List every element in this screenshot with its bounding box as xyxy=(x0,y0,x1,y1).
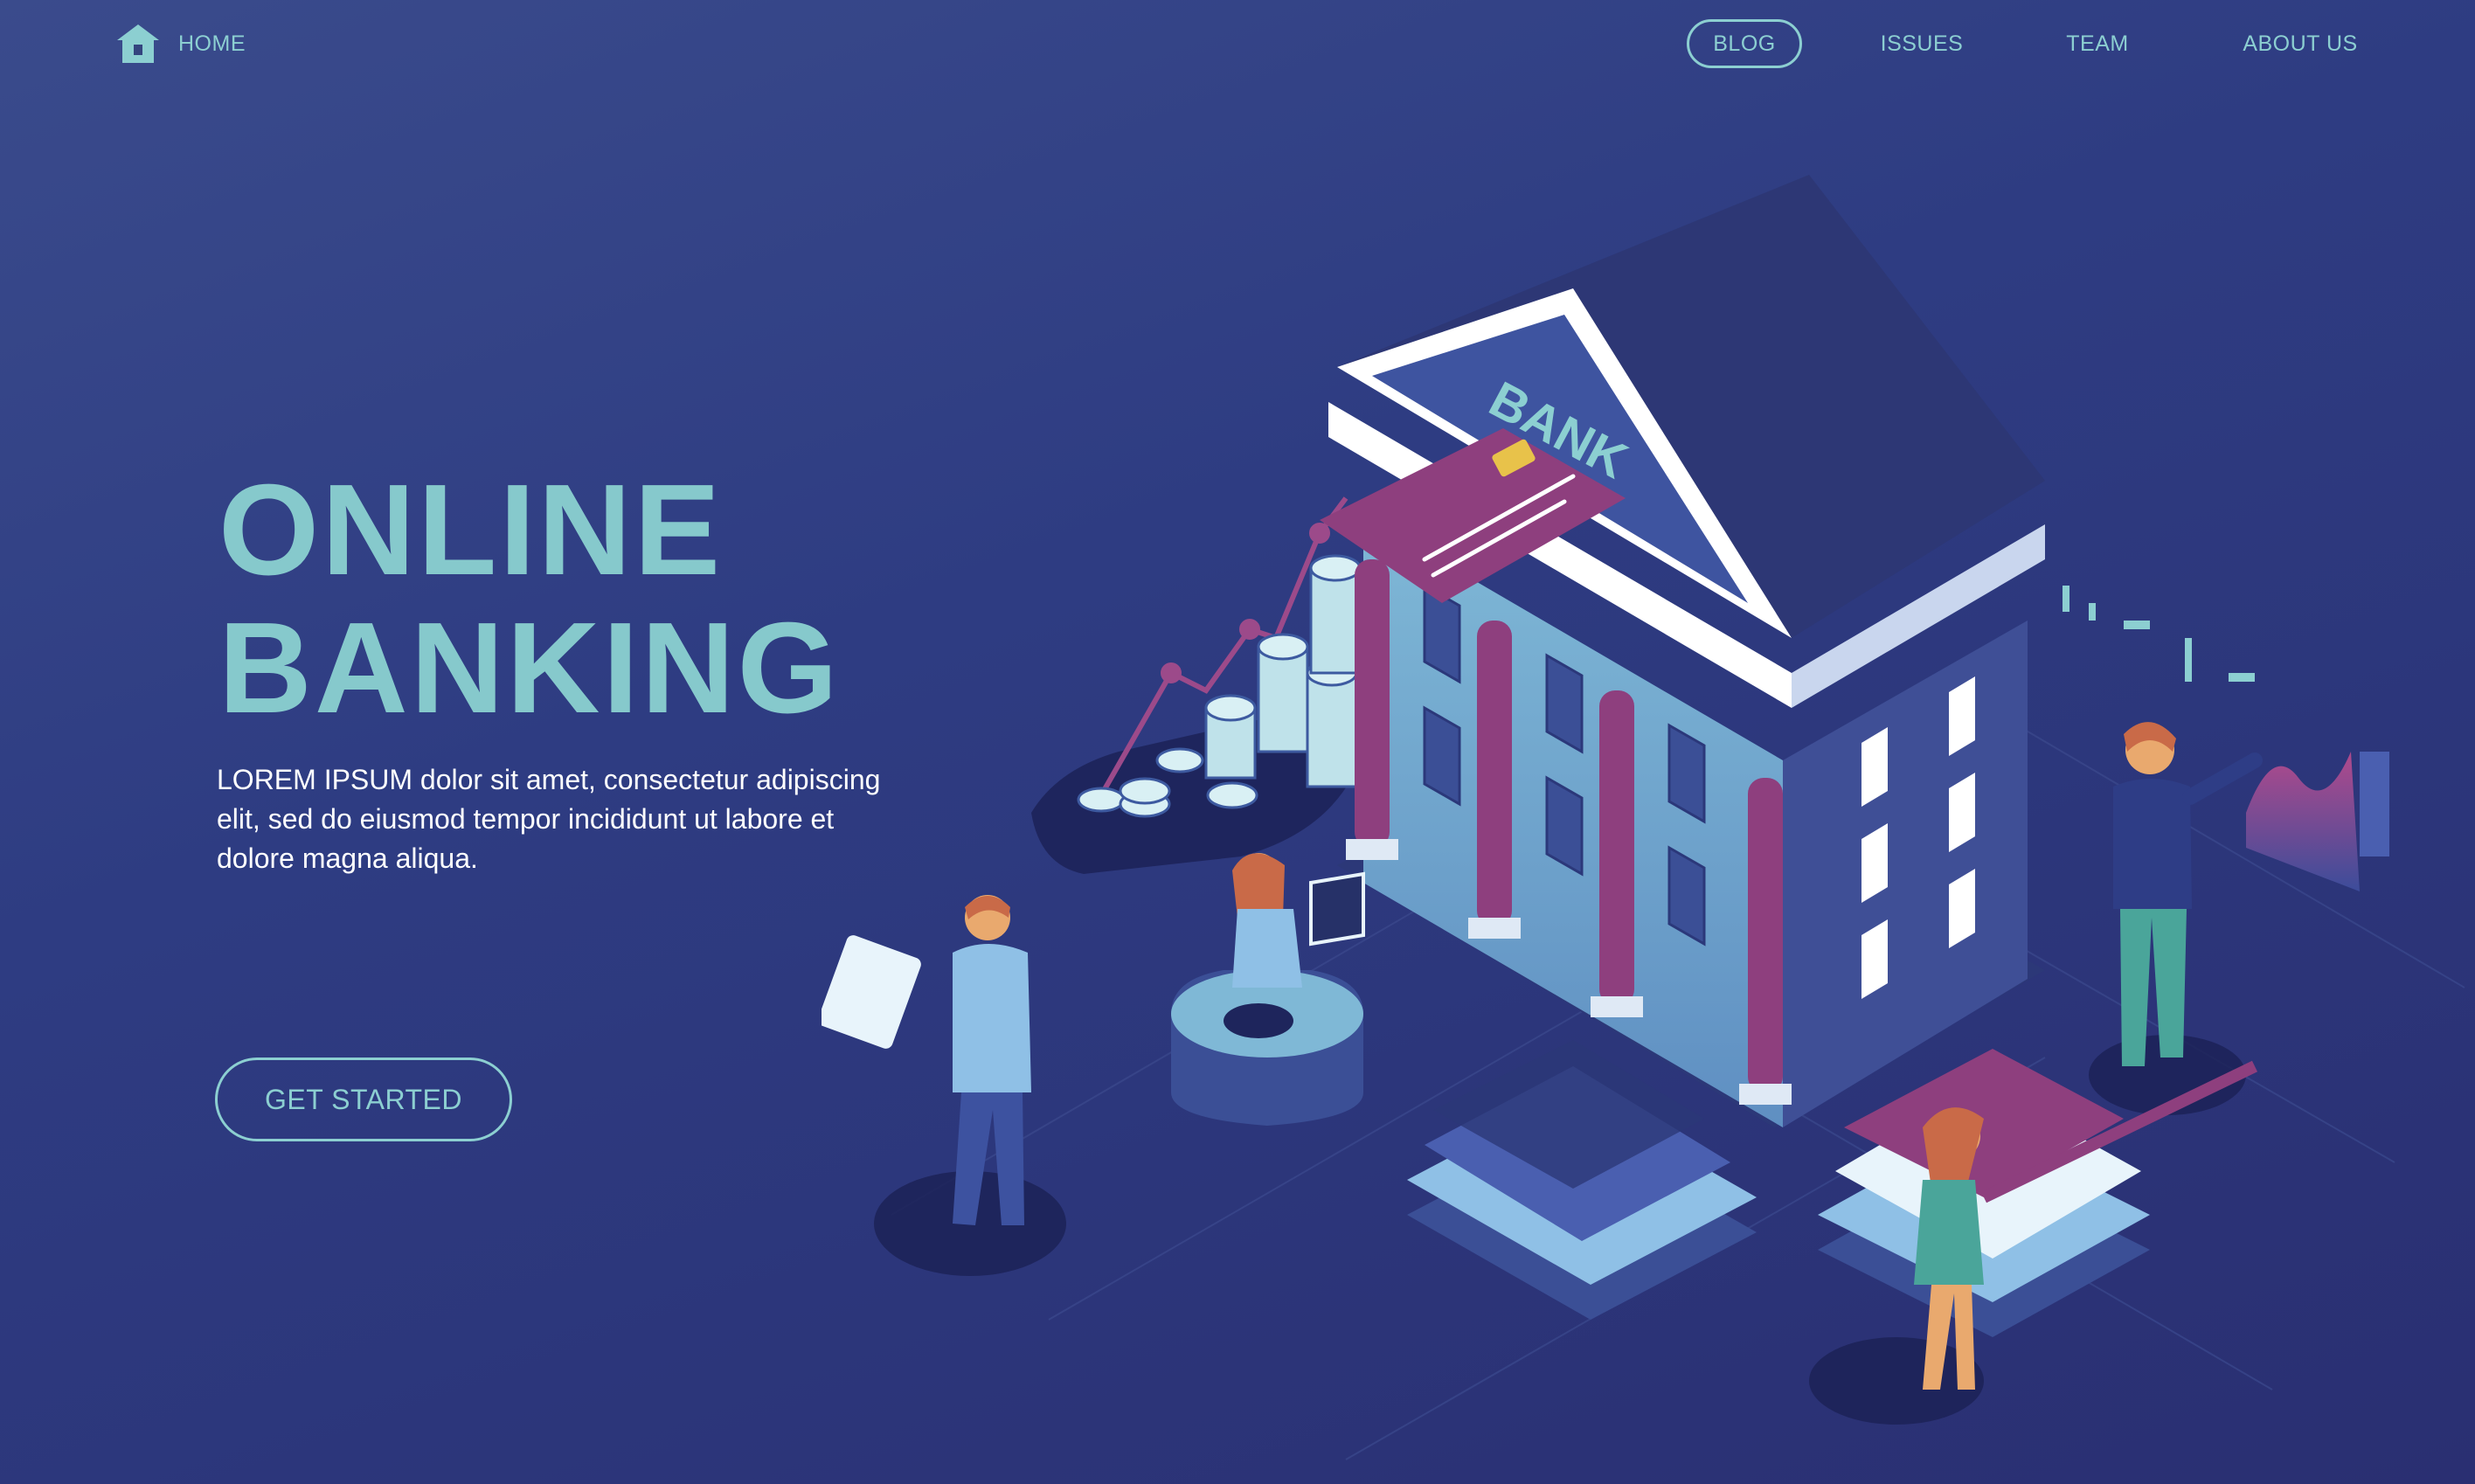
get-started-label: GET STARTED xyxy=(265,1083,462,1115)
nav-link-issues[interactable]: ISSUES xyxy=(1868,19,1975,68)
nav-link-team[interactable]: TEAM xyxy=(2056,19,2139,68)
nav-link-team-label: TEAM xyxy=(2066,31,2129,56)
bank-building: BANK xyxy=(1328,175,2045,1127)
hero-title-line-1: ONLINE xyxy=(218,458,724,602)
nav-link-issues-label: ISSUES xyxy=(1880,31,1964,56)
nav-link-blog-label: BLOG xyxy=(1713,31,1776,56)
bank-illustration: BANK xyxy=(822,175,2465,1460)
nav-link-about-us-label: ABOUT US xyxy=(2243,31,2358,56)
nav-link-about-us[interactable]: ABOUT US xyxy=(2234,19,2367,68)
hero-description: LOREM IPSUM dolor sit amet, consectetur … xyxy=(217,764,881,874)
hero-title-line-2: BANKING xyxy=(218,596,841,740)
hero-title: ONLINE BANKING xyxy=(218,461,841,738)
analytics-panel xyxy=(2062,586,2389,891)
home-icon xyxy=(117,24,159,63)
person-presenter xyxy=(2113,722,2263,1066)
nav-home-label: HOME xyxy=(178,31,246,56)
nav-link-blog[interactable]: BLOG xyxy=(1687,19,1802,68)
get-started-button[interactable]: GET STARTED xyxy=(215,1058,512,1141)
nav-home-link[interactable]: HOME xyxy=(115,19,246,68)
person-with-laptop xyxy=(1171,853,1365,1126)
books-stack xyxy=(1818,1049,2258,1337)
person-with-tablet xyxy=(822,895,1031,1225)
